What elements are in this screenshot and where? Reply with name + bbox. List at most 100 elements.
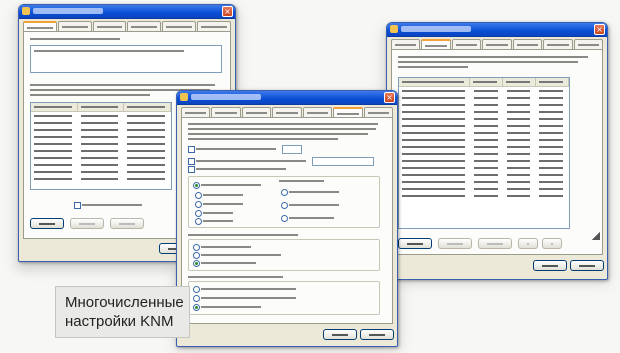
- ports-list[interactable]: [398, 77, 570, 229]
- cancel-button[interactable]: [570, 260, 604, 271]
- remove-button[interactable]: [110, 218, 144, 229]
- address-list[interactable]: [30, 102, 172, 190]
- trap-radio-3[interactable]: [193, 260, 200, 267]
- ok-button[interactable]: [533, 260, 567, 271]
- close-icon[interactable]: ×: [594, 24, 605, 35]
- left-window-tabs: [23, 21, 231, 31]
- option-checkbox-2[interactable]: [188, 166, 195, 173]
- list-item[interactable]: [31, 133, 171, 140]
- mode-radio-8[interactable]: [281, 215, 288, 222]
- snmp-enable-checkbox[interactable]: [188, 146, 195, 153]
- right-settings-window: ×: [386, 22, 608, 280]
- list-item[interactable]: [31, 126, 171, 133]
- list-item[interactable]: [399, 178, 569, 185]
- close-icon[interactable]: ×: [222, 6, 233, 17]
- list-item[interactable]: [399, 136, 569, 143]
- tab-4[interactable]: [127, 21, 162, 31]
- access-radio-2[interactable]: [193, 295, 200, 302]
- tab-6[interactable]: [543, 39, 573, 49]
- column-header[interactable]: [399, 78, 471, 86]
- description-field[interactable]: [30, 45, 222, 73]
- add-button[interactable]: [398, 238, 432, 249]
- tab-ports[interactable]: [421, 39, 451, 49]
- list-item[interactable]: [399, 143, 569, 150]
- close-icon[interactable]: ×: [384, 92, 395, 103]
- community-field[interactable]: [312, 157, 374, 166]
- tab-4[interactable]: [272, 107, 302, 117]
- ok-button[interactable]: [323, 329, 357, 340]
- right-window-titlebar[interactable]: ×: [387, 23, 607, 37]
- option-checkbox[interactable]: [74, 202, 81, 209]
- tab-5[interactable]: [302, 107, 333, 117]
- mode-radio-7[interactable]: [281, 202, 288, 209]
- tab-3[interactable]: [92, 21, 127, 31]
- tab-general[interactable]: [391, 39, 421, 49]
- trap-radio-2[interactable]: [193, 252, 200, 259]
- left-window-titlebar[interactable]: ×: [19, 5, 235, 19]
- tab-5[interactable]: [512, 39, 543, 49]
- mode-radio-4[interactable]: [195, 210, 202, 217]
- access-radio-1[interactable]: [193, 286, 200, 293]
- tab-snmp[interactable]: [333, 107, 363, 117]
- list-item[interactable]: [31, 112, 171, 119]
- help-text: [188, 123, 378, 125]
- list-item[interactable]: [399, 122, 569, 129]
- mode-radio-5[interactable]: [195, 218, 202, 225]
- list-item[interactable]: [399, 164, 569, 171]
- tab-3[interactable]: [451, 39, 482, 49]
- tab-general[interactable]: [23, 21, 57, 31]
- list-item[interactable]: [399, 87, 569, 94]
- edit-button[interactable]: [438, 238, 472, 249]
- list-item[interactable]: [31, 161, 171, 168]
- list-item[interactable]: [399, 115, 569, 122]
- edit-button[interactable]: [70, 218, 104, 229]
- list-item[interactable]: [399, 101, 569, 108]
- column-header[interactable]: [31, 103, 78, 111]
- tab-7[interactable]: [363, 107, 393, 117]
- trap-group: [188, 239, 380, 271]
- port-field[interactable]: [282, 145, 302, 154]
- cancel-button[interactable]: [360, 329, 394, 340]
- center-window-titlebar[interactable]: ×: [177, 91, 397, 105]
- option-checkbox[interactable]: [188, 158, 195, 165]
- list-item[interactable]: [399, 171, 569, 178]
- mode-radio-3[interactable]: [195, 201, 202, 208]
- list-item[interactable]: [31, 154, 171, 161]
- list-item[interactable]: [399, 129, 569, 136]
- tab-6[interactable]: [197, 21, 231, 31]
- list-item[interactable]: [399, 94, 569, 101]
- list-item[interactable]: [31, 140, 171, 147]
- tab-3[interactable]: [241, 107, 272, 117]
- resize-grip-icon[interactable]: [592, 232, 600, 240]
- list-item[interactable]: [399, 185, 569, 192]
- list-item[interactable]: [31, 175, 171, 182]
- add-button[interactable]: [30, 218, 64, 229]
- mode-radio-6[interactable]: [281, 189, 288, 196]
- tab-7[interactable]: [573, 39, 603, 49]
- move-up-button[interactable]: [518, 238, 538, 249]
- tab-2[interactable]: [211, 107, 241, 117]
- list-item[interactable]: [399, 108, 569, 115]
- tab-general[interactable]: [181, 107, 211, 117]
- right-window-pane: [391, 49, 603, 255]
- list-item[interactable]: [31, 168, 171, 175]
- list-item[interactable]: [399, 157, 569, 164]
- tab-4[interactable]: [482, 39, 512, 49]
- list-item[interactable]: [31, 119, 171, 126]
- access-radio-3[interactable]: [193, 304, 200, 311]
- tab-2[interactable]: [57, 21, 92, 31]
- tab-5[interactable]: [162, 21, 197, 31]
- mode-radio-2[interactable]: [195, 192, 202, 199]
- move-down-button[interactable]: [542, 238, 562, 249]
- remove-button[interactable]: [478, 238, 512, 249]
- mode-group: [188, 176, 380, 228]
- trap-radio-1[interactable]: [193, 244, 200, 251]
- list-item[interactable]: [31, 147, 171, 154]
- caption-line-1: Многочисленные: [65, 294, 184, 311]
- mode-radio-1[interactable]: [193, 182, 200, 189]
- window-icon: [180, 93, 188, 101]
- list-item[interactable]: [399, 150, 569, 157]
- list-item[interactable]: [399, 192, 569, 199]
- caption-box: Многочисленные настройки KNM: [55, 286, 190, 338]
- section-label: [30, 38, 120, 40]
